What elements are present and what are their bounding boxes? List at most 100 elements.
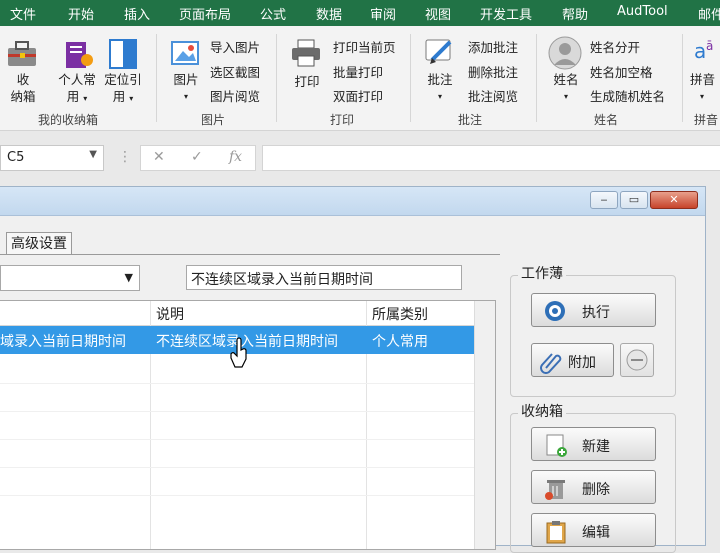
column-header-description[interactable]: 说明 [156,304,184,324]
chevron-down-icon: ▾ [437,92,442,101]
menu-review[interactable]: 审阅 [370,4,396,23]
group-label-print: 打印 [330,113,355,127]
menu-help[interactable]: 帮助 [562,4,588,23]
minimize-icon: ‒ [600,193,608,206]
name-box[interactable]: C5 ▼ [0,145,104,171]
storage-box-button[interactable]: 收 纳箱 [6,71,40,105]
ribbon: 收 纳箱 个人常 用 ▾ 定位引 用 ▾ 我的收纳箱 图片 ▾ 导入图片 选区截… [0,26,720,131]
clipboard-icon [544,520,568,548]
paperclip-icon [540,350,562,378]
dialog-title-bar[interactable]: ‒ ▭ ✕ [0,187,705,216]
batch-print-button[interactable]: 批量打印 [333,62,383,81]
row-divider [0,467,474,468]
new-button[interactable]: 新建 [531,427,656,461]
pinyin-button[interactable]: 拼音 ▾ [690,71,720,105]
category-combo[interactable]: ▼ [0,265,140,291]
menu-file[interactable]: 文件 [10,4,36,23]
close-button[interactable]: ✕ [650,191,698,209]
column-header-category[interactable]: 所属类别 [372,304,428,324]
name-add-space-button[interactable]: 姓名加空格 [590,62,653,81]
personal-favorite-icon [62,38,96,74]
toolbox-icon [6,38,40,74]
maximize-icon: ▭ [628,193,640,206]
picture-button[interactable]: 图片 ▾ [166,71,206,105]
tab-divider [0,254,500,255]
edit-button[interactable]: 编辑 [531,513,656,547]
pinyin-icon: aā [694,36,720,70]
formula-bar-row: C5 ▼ ⋮ ✕ ✓ fx [0,131,720,183]
formula-buttons: ✕ ✓ fx [140,145,256,171]
maximize-button[interactable]: ▭ [620,191,648,209]
cell-name: 域录入当前日期时间 [0,334,126,350]
chevron-down-icon: ▾ [563,92,568,101]
row-divider [0,383,474,384]
storage-box-dialog: ‒ ▭ ✕ 高级设置 ▼ 不连续区域录入当前日期时间 说明 所属类别 域录入当前… [0,186,706,553]
comment-preview-button[interactable]: 批注阅览 [468,86,518,105]
import-picture-button[interactable]: 导入图片 [210,37,260,56]
person-icon [548,36,582,74]
vertical-scrollbar[interactable] [474,301,495,549]
group-label-pinyin: 拼音 [694,113,719,127]
menu-audtool[interactable]: AudTool [617,4,668,19]
picture-icon [170,38,202,72]
chevron-down-icon: ▾ [83,94,88,103]
menu-home[interactable]: 开始 [68,4,94,23]
split-name-button[interactable]: 姓名分开 [590,37,640,56]
row-divider [0,411,474,412]
formula-input[interactable] [262,145,720,171]
menu-insert[interactable]: 插入 [124,4,150,23]
menu-developer[interactable]: 开发工具 [480,4,532,23]
chevron-down-icon: ▾ [129,94,134,103]
random-name-button[interactable]: 生成随机姓名 [590,86,665,105]
list-header: 说明 所属类别 [0,301,495,326]
locate-reference-button[interactable]: 定位引 用 ▾ [100,71,146,107]
workbook-group-title: 工作薄 [518,263,566,283]
group-label-pictures: 图片 [201,113,226,127]
menu-mail[interactable]: 邮件 [698,4,720,23]
menu-view[interactable]: 视图 [425,4,451,23]
svg-text:a: a [694,39,706,63]
ribbon-separator [536,34,537,122]
group-label-names: 姓名 [594,113,619,127]
ribbon-separator [410,34,411,122]
ribbon-separator [156,34,157,122]
close-icon: ✕ [669,193,679,206]
printer-icon [290,38,322,72]
execute-button[interactable]: 执行 [531,293,656,327]
print-current-page-button[interactable]: 打印当前页 [333,37,396,56]
remove-button[interactable] [620,343,654,377]
minimize-button[interactable]: ‒ [590,191,618,209]
menu-page-layout[interactable]: 页面布局 [179,4,231,23]
insert-function-icon[interactable]: fx [229,149,242,165]
menu-bar: 文件 开始 插入 页面布局 公式 数据 审阅 视图 开发工具 帮助 AudToo… [0,0,720,26]
storage-group-title: 收纳箱 [518,401,566,421]
chevron-down-icon[interactable]: ▼ [125,271,133,284]
row-divider [0,495,474,496]
duplex-print-button[interactable]: 双面打印 [333,86,383,105]
minus-circle-icon [626,349,648,375]
chevron-down-icon[interactable]: ▼ [89,149,97,160]
cancel-icon[interactable]: ✕ [153,149,165,165]
chevron-down-icon: ▾ [183,92,188,101]
cell-category: 个人常用 [372,334,428,350]
enter-icon[interactable]: ✓ [191,149,203,165]
name-button[interactable]: 姓名 ▾ [546,71,586,105]
personal-favorite-button[interactable]: 个人常 用 ▾ [52,71,102,107]
print-button[interactable]: 打印 [288,73,326,90]
mouse-pointer-icon [230,337,250,373]
group-label-my-box: 我的收纳箱 [38,113,99,127]
delete-comment-button[interactable]: 删除批注 [468,62,518,81]
ribbon-separator [682,34,683,122]
description-field[interactable]: 不连续区域录入当前日期时间 [186,265,462,290]
execute-icon [544,300,566,326]
picture-preview-button[interactable]: 图片阅览 [210,86,260,105]
attach-button[interactable]: 附加 [531,343,614,377]
menu-formulas[interactable]: 公式 [260,4,286,23]
region-screenshot-button[interactable]: 选区截图 [210,62,260,81]
add-comment-button[interactable]: 添加批注 [468,37,518,56]
drag-handle-icon[interactable]: ⋮ [118,149,132,165]
delete-button[interactable]: 删除 [531,470,656,504]
tab-advanced-settings[interactable]: 高级设置 [6,232,72,254]
comment-button[interactable]: 批注 ▾ [420,71,460,105]
menu-data[interactable]: 数据 [316,4,342,23]
